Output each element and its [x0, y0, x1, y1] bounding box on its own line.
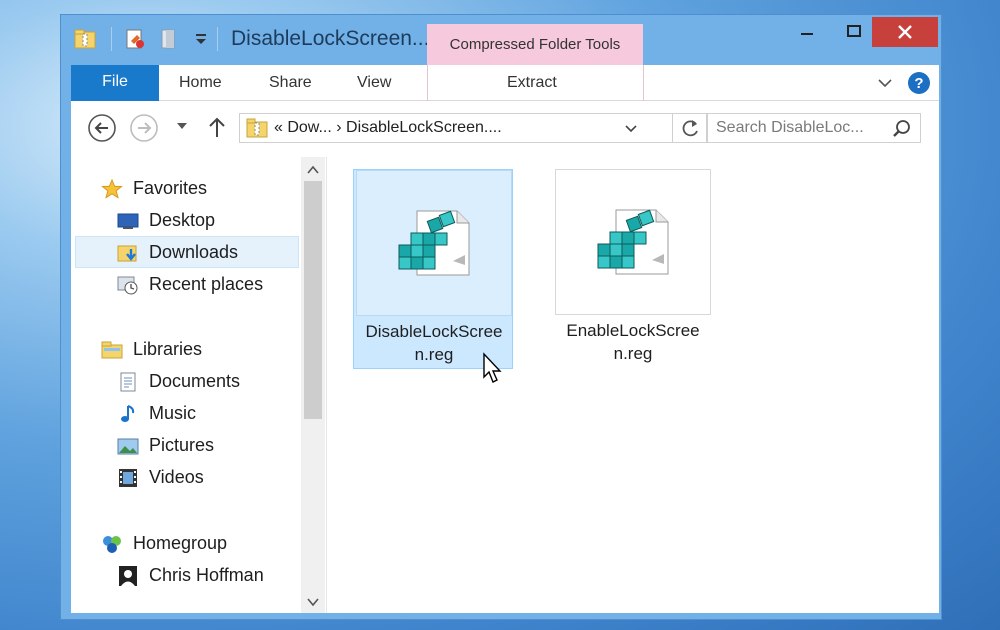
title-bar: DisableLockScreen... Compressed Folder T…: [61, 15, 941, 65]
nav-item-label: Desktop: [149, 210, 216, 230]
scroll-up-chevron-icon[interactable]: [306, 163, 320, 181]
search-input[interactable]: Search DisableLoc...: [716, 114, 864, 142]
recent-places-icon: [117, 274, 139, 295]
forward-arrow-icon[interactable]: [129, 113, 159, 148]
nav-item-label: Music: [149, 403, 197, 423]
contextual-tab-header-label: Compressed Folder Tools: [449, 36, 621, 53]
compressed-folder-tools-header: Compressed Folder Tools: [427, 24, 643, 65]
close-button[interactable]: [872, 17, 938, 47]
explorer-window: DisableLockScreen... Compressed Folder T…: [60, 14, 942, 620]
navigation-pane: Favorites Desktop Downloads Recent place…: [71, 157, 327, 613]
file-view: DisableLockScree n.reg EnableLockScree n.r…: [327, 157, 939, 613]
back-arrow-icon[interactable]: [87, 113, 117, 148]
nav-item-label: Chris Hoffman: [149, 565, 264, 585]
up-arrow-icon[interactable]: [207, 115, 227, 144]
pictures-icon: [117, 435, 139, 455]
ribbon-tab-bar: File Home Share View Extract ?: [71, 65, 939, 101]
tab-home[interactable]: Home: [179, 65, 222, 101]
nav-item-label: Documents: [149, 371, 241, 391]
file-item[interactable]: EnableLockScree n.reg: [553, 169, 713, 369]
tab-extract[interactable]: Extract: [507, 65, 557, 101]
nav-item-label: Libraries: [133, 339, 203, 359]
refresh-button[interactable]: [673, 113, 707, 143]
folder-zip-icon[interactable]: [73, 27, 97, 51]
scrollbar-thumb[interactable]: [304, 181, 322, 419]
search-icon[interactable]: [892, 119, 912, 144]
registry-file-icon: [398, 210, 470, 276]
maximize-button[interactable]: [831, 17, 876, 47]
zip-folder-icon: [246, 118, 268, 143]
address-dropdown-chevron-icon[interactable]: [624, 122, 638, 141]
properties-icon[interactable]: [123, 27, 147, 51]
music-note-icon: [117, 403, 139, 423]
nav-item-label: Videos: [149, 467, 204, 487]
desktop-icon: [117, 210, 139, 230]
file-item[interactable]: DisableLockScree n.reg: [353, 169, 513, 369]
videos-film-icon: [117, 467, 139, 487]
svg-text:?: ?: [914, 75, 923, 92]
navigation-bar: « Dow... › DisableLockScreen.... Search …: [71, 101, 939, 157]
nav-item-label: Downloads: [149, 242, 239, 262]
file-thumbnail: [555, 169, 711, 315]
star-icon: [101, 178, 123, 199]
expand-ribbon-chevron-icon[interactable]: [877, 75, 893, 96]
homegroup-icon: [101, 533, 123, 553]
downloads-folder-icon: [117, 242, 139, 262]
recent-locations-chevron-icon[interactable]: [175, 119, 189, 138]
nav-item-label: Recent places: [149, 274, 264, 294]
tab-share[interactable]: Share: [269, 65, 312, 101]
scroll-down-chevron-icon[interactable]: [306, 595, 320, 613]
nav-item-label: Pictures: [149, 435, 215, 455]
customize-toolbar-chevron-icon[interactable]: [189, 27, 213, 51]
documents-icon: [117, 371, 139, 392]
window-title: DisableLockScreen...: [231, 27, 430, 50]
help-icon[interactable]: ?: [907, 71, 931, 100]
contextual-tab-divider: [427, 65, 428, 101]
file-name: EnableLockScree n.reg: [566, 321, 700, 363]
user-avatar-icon: [117, 565, 139, 586]
search-field[interactable]: Search DisableLoc...: [707, 113, 921, 143]
libraries-icon: [101, 339, 123, 359]
file-thumbnail: [356, 170, 512, 316]
address-bar[interactable]: « Dow... › DisableLockScreen....: [239, 113, 673, 143]
mouse-pointer-icon: [483, 352, 502, 383]
new-folder-icon[interactable]: [157, 27, 181, 51]
tab-view[interactable]: View: [357, 65, 391, 101]
contextual-tab-divider: [643, 65, 644, 101]
nav-item-label: Favorites: [133, 178, 208, 198]
nav-item-label: Homegroup: [133, 533, 228, 553]
registry-file-icon: [597, 209, 669, 275]
minimize-button[interactable]: [785, 17, 830, 47]
tab-file[interactable]: File: [71, 65, 159, 101]
breadcrumb[interactable]: « Dow... › DisableLockScreen....: [274, 114, 502, 142]
nav-pane-scrollbar[interactable]: [301, 157, 325, 613]
